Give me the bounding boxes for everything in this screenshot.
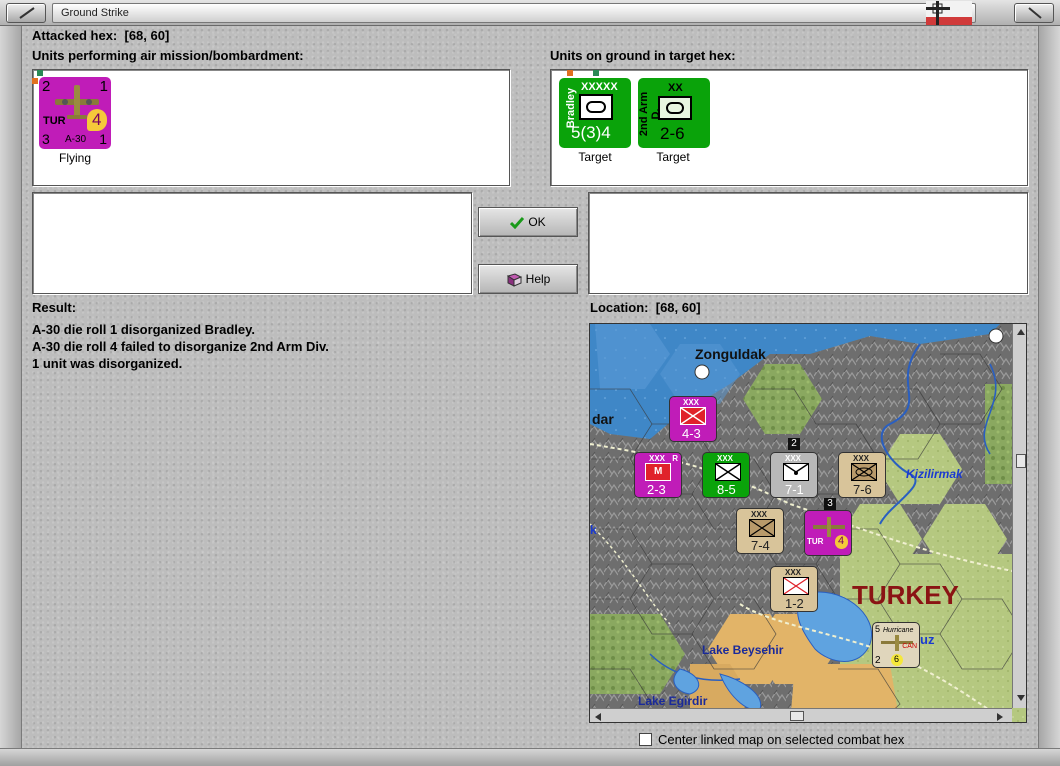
map-label-zonguldak: Zonguldak [695, 346, 766, 362]
result-line-3: 1 unit was disorganized. [32, 356, 183, 371]
center-map-checkbox[interactable] [639, 733, 652, 746]
result-text: A-30 die roll 1 disorganized Bradley. A-… [22, 322, 562, 382]
map-horizontal-scrollbar[interactable] [590, 708, 1012, 723]
bombing-factor-badge: 4 [87, 109, 107, 131]
minimize-button[interactable] [6, 3, 46, 23]
center-map-label[interactable]: Center linked map on selected combat hex [658, 732, 904, 747]
map-counter-c8[interactable]: TUR 4 [804, 510, 852, 556]
location-value: [68, 60] [655, 300, 701, 315]
map-counter-c5[interactable]: XXX 7-6 [838, 452, 886, 498]
infantry-symbol-icon [680, 407, 706, 425]
attacked-hex-label: Attacked hex: [68, 60] [32, 28, 170, 43]
ground-units-label: Units on ground in target hex: [550, 48, 736, 63]
map-label-uz: uz [920, 632, 935, 647]
air-units-panel[interactable]: 2 1 TUR 4 3 A-30 1 Flying [32, 69, 510, 186]
ground-unit-status-2: Target [656, 150, 690, 164]
ground-unit-2nd-arm[interactable]: 2nd Arm D. XX 2-6 [638, 78, 710, 148]
ground-unit-bradley[interactable]: Bradley XXXXX 5(3)4 [559, 78, 631, 148]
location-label: Location: [68, 60] [590, 300, 701, 315]
german-flag-icon [926, 1, 972, 25]
scroll-up-icon[interactable] [1015, 326, 1027, 338]
attacked-hex-value: [68, 60] [124, 28, 170, 43]
ground-details-panel[interactable] [588, 192, 1028, 294]
window-title: Ground Strike [61, 7, 129, 19]
vertical-scroll-thumb[interactable] [1016, 454, 1026, 468]
title-pane: Ground Strike [52, 3, 976, 23]
factor-badge: 4 [835, 535, 848, 549]
dialog-content: Attacked hex: [68, 60] Units performing … [22, 26, 1038, 748]
linked-map[interactable]: Zonguldak dar Kizilirmak TURKEY uz Lake … [589, 323, 1027, 723]
factor-badge-2: 6 [891, 654, 903, 666]
hq-symbol-icon [783, 577, 809, 595]
ground-unit-marker-2 [593, 70, 599, 76]
map-counter-c3[interactable]: XXX 8-5 [702, 452, 750, 498]
title-bar: Ground Strike [0, 0, 1060, 26]
scroll-down-icon[interactable] [1015, 692, 1027, 704]
map-label-k: k [590, 523, 597, 537]
map-label-dar: dar [592, 411, 614, 427]
minimize-icon [19, 7, 35, 19]
stack-count-badge: 2 [788, 438, 800, 450]
mountain-infantry-icon: M [645, 463, 671, 481]
map-counter-c9[interactable]: 5 Hurricane CAN 2 6 [872, 622, 920, 668]
frame-bottom[interactable] [0, 748, 1060, 766]
help-button[interactable]: Help [478, 264, 578, 294]
horizontal-scroll-thumb[interactable] [790, 711, 804, 721]
map-label-turkey: TURKEY [852, 580, 959, 610]
result-line-1: A-30 die roll 1 disorganized Bradley. [32, 322, 255, 337]
frame-right [1038, 26, 1060, 748]
close-button[interactable] [1014, 3, 1054, 23]
armor-symbol-icon-2 [658, 96, 692, 120]
map-label-kizilirmak: Kizilirmak [906, 467, 963, 481]
ground-units-panel[interactable]: Bradley XXXXX 5(3)4 Target 2nd Arm D. XX… [550, 69, 1028, 186]
map-counter-c4[interactable]: XXX 7-1 [770, 452, 818, 498]
map-vertical-scrollbar[interactable] [1012, 324, 1027, 708]
help-book-icon [506, 273, 522, 287]
scroll-left-icon[interactable] [592, 711, 604, 723]
scroll-right-icon[interactable] [994, 711, 1006, 723]
air-unit-marker [37, 70, 43, 76]
mech-infantry-icon [851, 463, 877, 481]
air-unit-marker-2 [32, 78, 38, 84]
frame-left [0, 26, 22, 748]
close-corner-icon [1028, 7, 1042, 19]
air-unit-counter[interactable]: 2 1 TUR 4 3 A-30 1 [39, 77, 111, 149]
ground-unit-status-1: Target [578, 150, 612, 164]
map-label-lake-beysehir: Lake Beysehir [702, 643, 784, 657]
stack-count-badge-2: 3 [824, 498, 836, 510]
air-unit-status: Flying [58, 151, 91, 165]
map-counter-c1[interactable]: XXX 4-3 [669, 396, 717, 442]
ok-button[interactable]: OK [478, 207, 578, 237]
armor-symbol-icon [579, 94, 613, 120]
map-label-lake-egirdir: Lake Egirdir [638, 694, 708, 708]
ground-unit-marker-1 [567, 70, 573, 76]
air-units-label: Units performing air mission/bombardment… [32, 48, 304, 63]
map-counter-c7[interactable]: XXX 1-2 [770, 566, 818, 612]
result-label: Result: [32, 300, 77, 315]
checkmark-icon [510, 216, 525, 230]
air-details-panel[interactable] [32, 192, 472, 294]
map-counter-c6[interactable]: XXX 7-4 [736, 508, 784, 554]
result-line-2: A-30 die roll 4 failed to disorganize 2n… [32, 339, 329, 354]
map-counter-c2[interactable]: XXX R M 2-3 [634, 452, 682, 498]
infantry-symbol-icon-2 [715, 463, 741, 481]
artillery-symbol-icon [783, 463, 809, 481]
infantry-symbol-icon-3 [749, 519, 775, 537]
